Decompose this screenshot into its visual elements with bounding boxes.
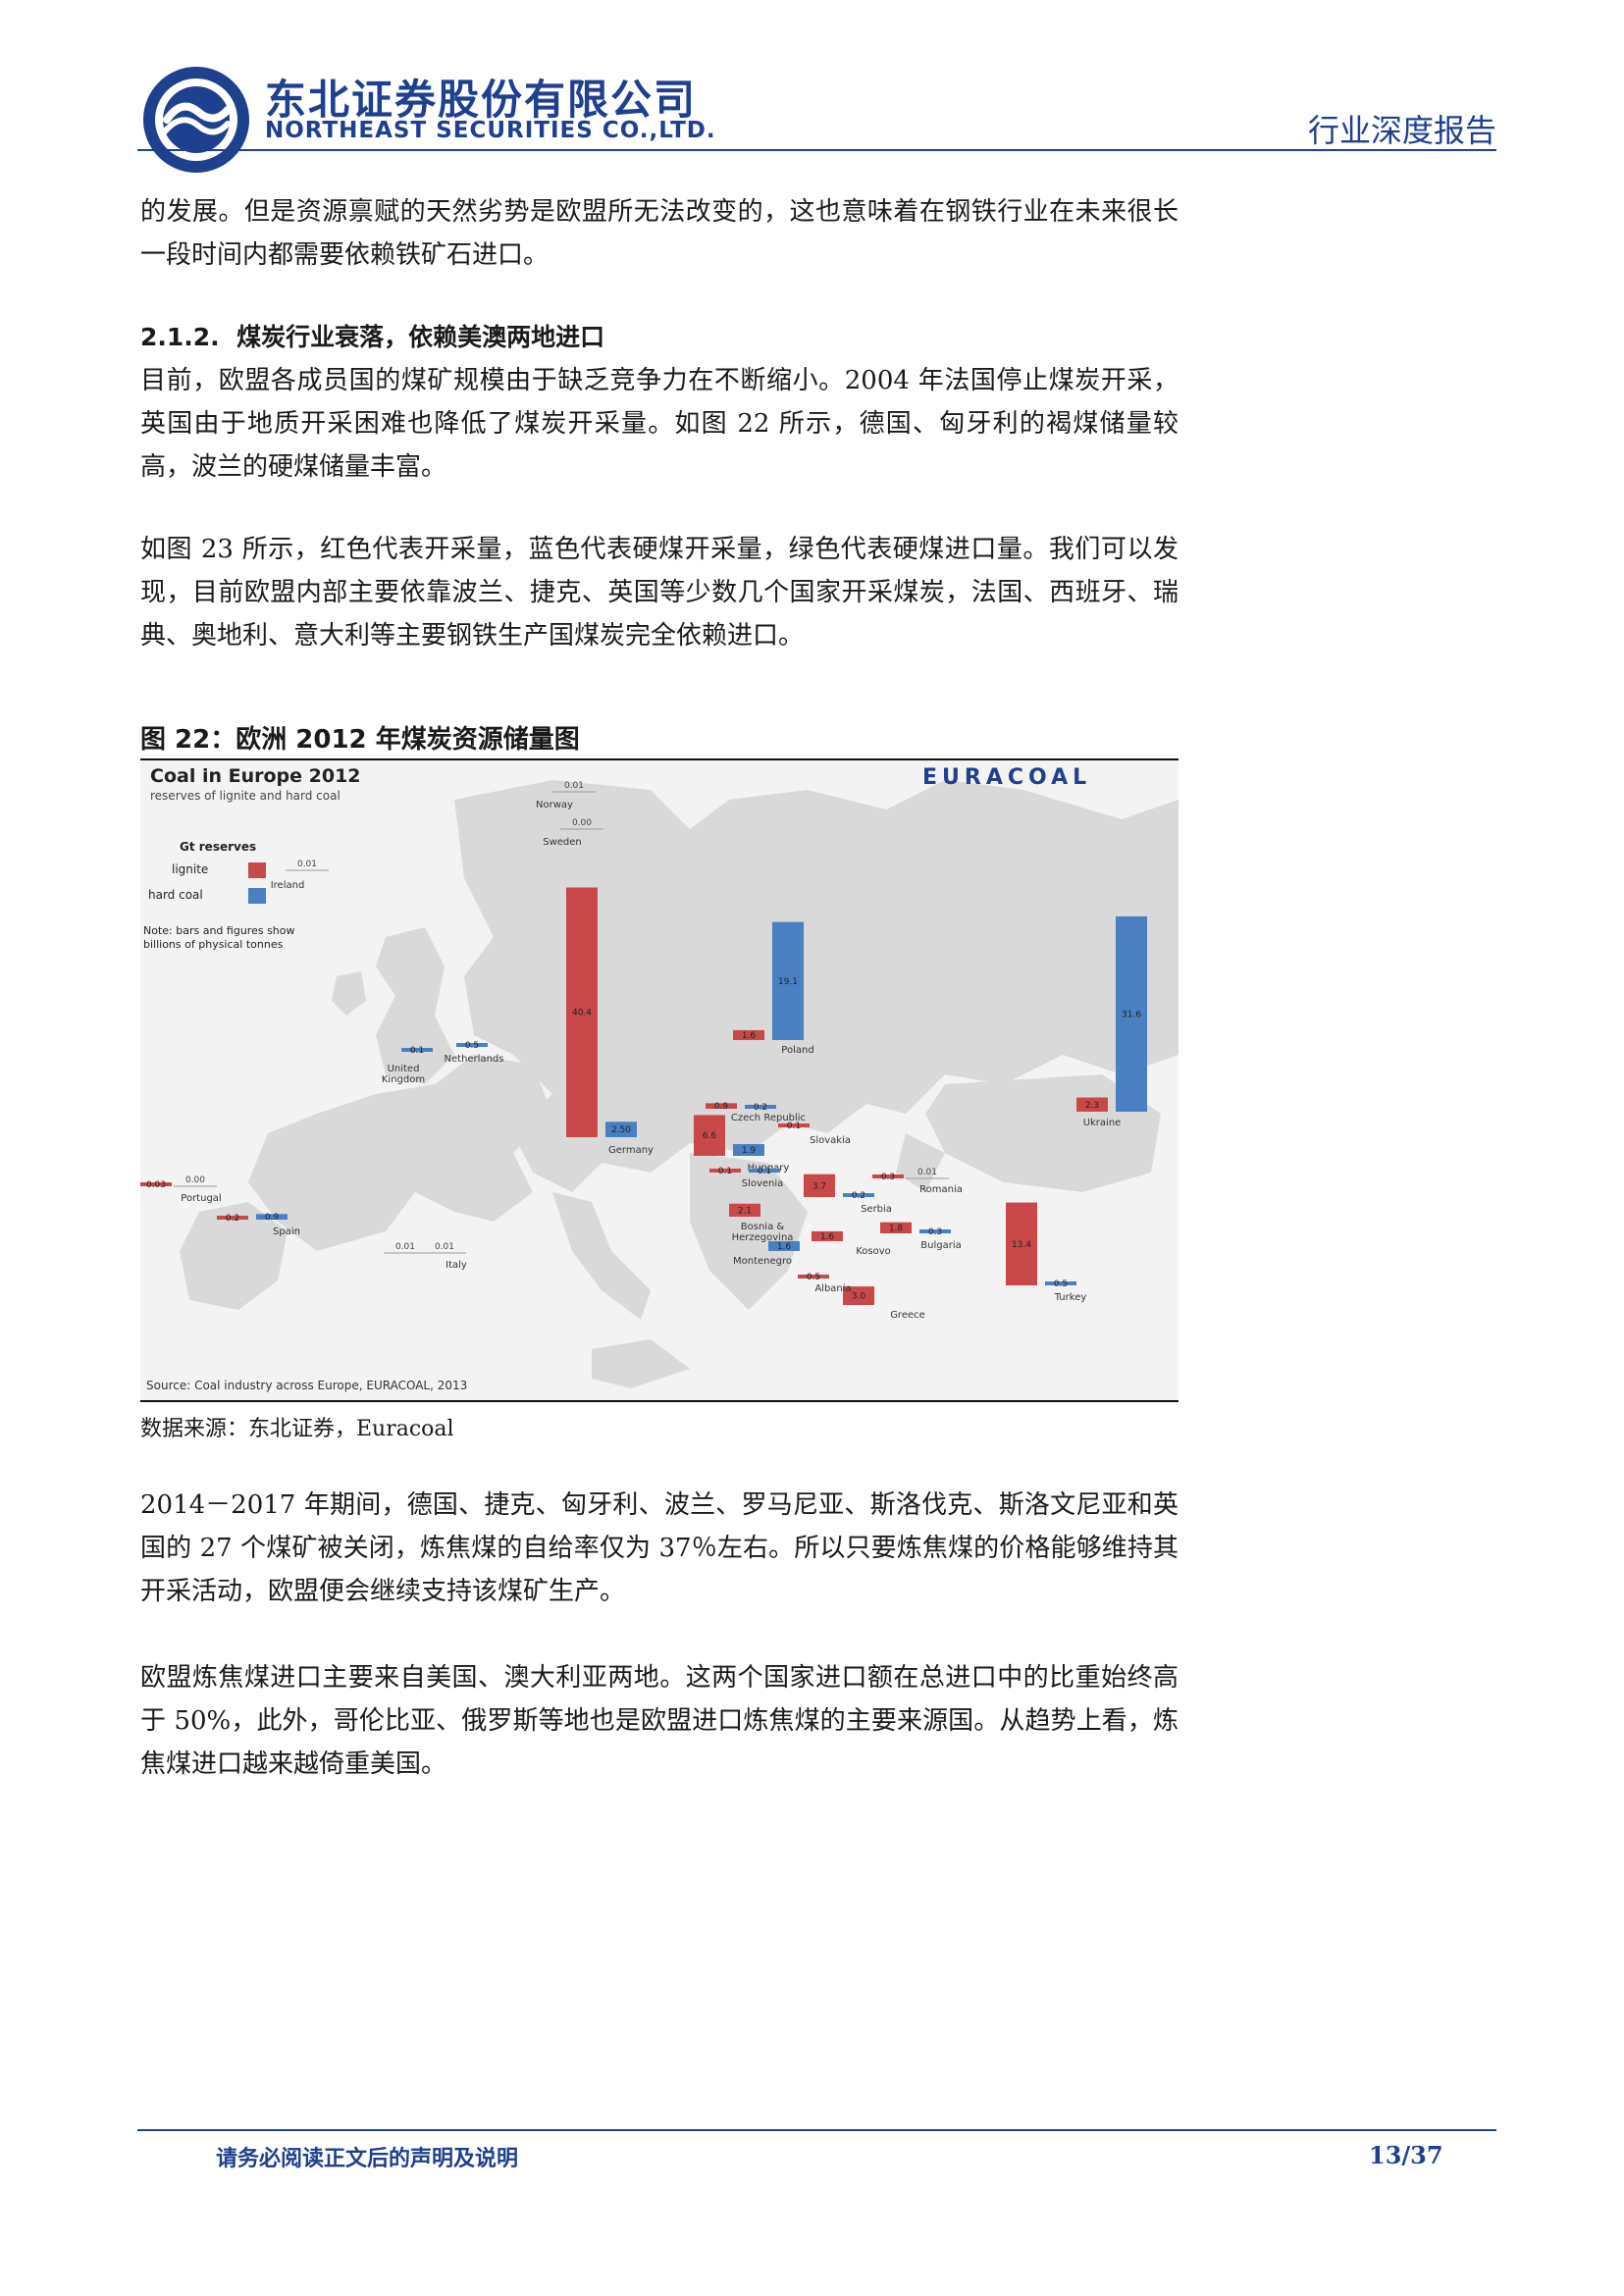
country-label-germany: Germany	[608, 1145, 654, 1156]
country-label-spain: Spain	[273, 1226, 300, 1237]
paragraph-5: 欧盟炼焦煤进口主要来自美国、澳大利亚两地。这两个国家进口额在总进口中的比重始终高…	[140, 1663, 1179, 1779]
country-label-united-kingdom-1: United	[388, 1064, 420, 1074]
map-source: Source: Coal industry across Europe, EUR…	[146, 1379, 467, 1392]
value-label-hard-coal-sweden: 0.00	[572, 818, 592, 828]
company-logo-icon	[143, 67, 249, 173]
paragraph-2: 目前，欧盟各成员国的煤矿规模由于缺乏竞争力在不断缩小。2004 年法国停止煤炭开…	[140, 366, 1179, 482]
paragraph-3: 如图 23 所示，红色代表开采量，蓝色代表硬煤开采量，绿色代表硬煤进口量。我们可…	[140, 535, 1179, 651]
legend-note-2: billions of physical tonnes	[143, 938, 284, 951]
country-label-italy: Italy	[445, 1260, 467, 1271]
value-label-hard-coal-turkey: 0.5	[1054, 1279, 1068, 1289]
report-type: 行业深度报告	[1307, 112, 1496, 149]
value-label-hard-coal-poland: 19.1	[778, 977, 798, 987]
company-name-en: NORTHEAST SECURITIES CO.,LTD.	[265, 118, 716, 143]
legend-header: Gt reserves	[180, 840, 256, 854]
value-label-hard-coal-norway: 0.01	[564, 781, 584, 791]
country-label-serbia: Serbia	[861, 1204, 892, 1215]
footer-disclaimer: 请务必阅读正文后的声明及说明	[216, 2147, 519, 2171]
value-label-lignite-bosnia-herzegovina: 2.1	[738, 1206, 752, 1216]
value-label-hard-coal-ireland: 0.01	[297, 860, 317, 869]
value-label-hard-coal-spain: 0.9	[265, 1213, 280, 1223]
value-label-hard-coal-serbia: 0.2	[852, 1191, 865, 1201]
figure-caption: 图 22：欧洲 2012 年煤炭资源储量图	[140, 725, 580, 755]
value-label-lignite-slovakia: 0.1	[787, 1122, 801, 1131]
country-label-norway: Norway	[536, 800, 573, 810]
footer-divider	[137, 2129, 1496, 2131]
map-title: Coal in Europe 2012	[150, 765, 361, 787]
country-label-netherlands: Netherlands	[445, 1054, 504, 1065]
value-label-lignite-italy: 0.01	[395, 1242, 415, 1252]
value-label-lignite-serbia: 3.7	[812, 1181, 826, 1191]
value-label-hard-coal-montenegro: 1.6	[777, 1242, 792, 1252]
section-number: 2.1.2.	[140, 323, 220, 351]
value-label-lignite-albania: 0.5	[807, 1273, 820, 1282]
country-label-united-kingdom-2: Kingdom	[382, 1074, 425, 1085]
legend-lignite-label: lignite	[172, 862, 208, 876]
country-label-bosnia-herzegovina-1: Bosnia &	[741, 1222, 785, 1232]
value-label-hard-coal-slovenia: 0.1	[758, 1167, 771, 1176]
country-label-greece: Greece	[890, 1310, 925, 1321]
legend-lignite-swatch	[248, 862, 266, 878]
value-label-hard-coal-czech-republic: 0.2	[754, 1103, 767, 1113]
value-label-lignite-turkey: 13.4	[1012, 1240, 1031, 1250]
country-label-albania: Albania	[814, 1283, 851, 1294]
legend-hardcoal-swatch	[248, 888, 266, 904]
value-label-lignite-kosovo: 1.6	[820, 1232, 835, 1242]
country-label-kosovo: Kosovo	[856, 1246, 891, 1257]
value-label-hard-coal-bulgaria: 0.3	[928, 1227, 942, 1237]
legend-hardcoal-label: hard coal	[148, 888, 203, 902]
value-label-lignite-greece: 3.0	[852, 1292, 866, 1302]
country-label-montenegro: Montenegro	[733, 1256, 792, 1267]
country-label-sweden: Sweden	[543, 837, 582, 848]
figure-bottom-rule	[140, 1400, 1179, 1402]
section-title: 煤炭行业衰落，依赖美澳两地进口	[236, 323, 605, 351]
map-subtitle: reserves of lignite and hard coal	[150, 789, 341, 803]
country-label-slovakia: Slovakia	[810, 1135, 851, 1146]
value-label-hard-coal-united-kingdom: 0.1	[410, 1046, 424, 1056]
section-heading: 2.1.2. 煤炭行业衰落，依赖美澳两地进口	[140, 318, 604, 353]
value-label-lignite-hungary: 6.6	[703, 1131, 717, 1141]
paragraph-1: 的发展。但是资源禀赋的天然劣势是欧盟所无法改变的，这也意味着在钢铁行业在未来很长…	[140, 197, 1179, 270]
value-label-lignite-romania: 0.3	[881, 1173, 895, 1182]
euracoal-brand: EURACOAL	[922, 765, 1091, 790]
value-label-hard-coal-netherlands: 0.5	[465, 1041, 479, 1051]
value-label-lignite-ukraine: 2.3	[1085, 1101, 1099, 1111]
country-label-portugal: Portugal	[181, 1193, 221, 1204]
country-label-bulgaria: Bulgaria	[920, 1240, 961, 1251]
legend-note-1: Note: bars and figures show	[143, 924, 295, 937]
value-label-lignite-slovenia: 0.1	[718, 1167, 732, 1176]
value-label-lignite-portugal: 0.03	[146, 1180, 166, 1190]
value-label-lignite-bulgaria: 1.8	[889, 1224, 904, 1233]
value-label-hard-coal-hungary: 1.9	[742, 1146, 757, 1156]
value-label-hard-coal-romania: 0.01	[917, 1168, 937, 1177]
page-number: 13/37	[1369, 2141, 1443, 2169]
value-label-hard-coal-germany: 2.50	[611, 1125, 631, 1135]
country-label-poland: Poland	[781, 1045, 813, 1056]
country-label-slovenia: Slovenia	[742, 1178, 784, 1189]
value-label-lignite-poland: 1.6	[742, 1031, 757, 1041]
header-divider	[137, 149, 1496, 151]
country-label-turkey: Turkey	[1054, 1292, 1087, 1303]
figure-source: 数据来源：东北证券，Euracoal	[140, 1417, 454, 1441]
value-label-hard-coal-italy: 0.01	[435, 1242, 454, 1252]
country-label-ukraine: Ukraine	[1083, 1118, 1122, 1128]
value-label-lignite-czech-republic: 0.9	[714, 1102, 729, 1112]
value-label-lignite-germany: 40.4	[572, 1009, 592, 1018]
value-label-hard-coal-ukraine: 31.6	[1122, 1010, 1141, 1019]
coal-reserves-map: Coal in Europe 2012 reserves of lignite …	[140, 760, 1179, 1400]
country-label-ireland: Ireland	[271, 880, 305, 891]
paragraph-4: 2014－2017 年期间，德国、捷克、匈牙利、波兰、罗马尼亚、斯洛伐克、斯洛文…	[140, 1490, 1179, 1606]
value-label-lignite-spain: 0.2	[226, 1214, 239, 1224]
country-label-romania: Romania	[919, 1184, 963, 1195]
value-label-hard-coal-portugal: 0.00	[185, 1175, 205, 1185]
